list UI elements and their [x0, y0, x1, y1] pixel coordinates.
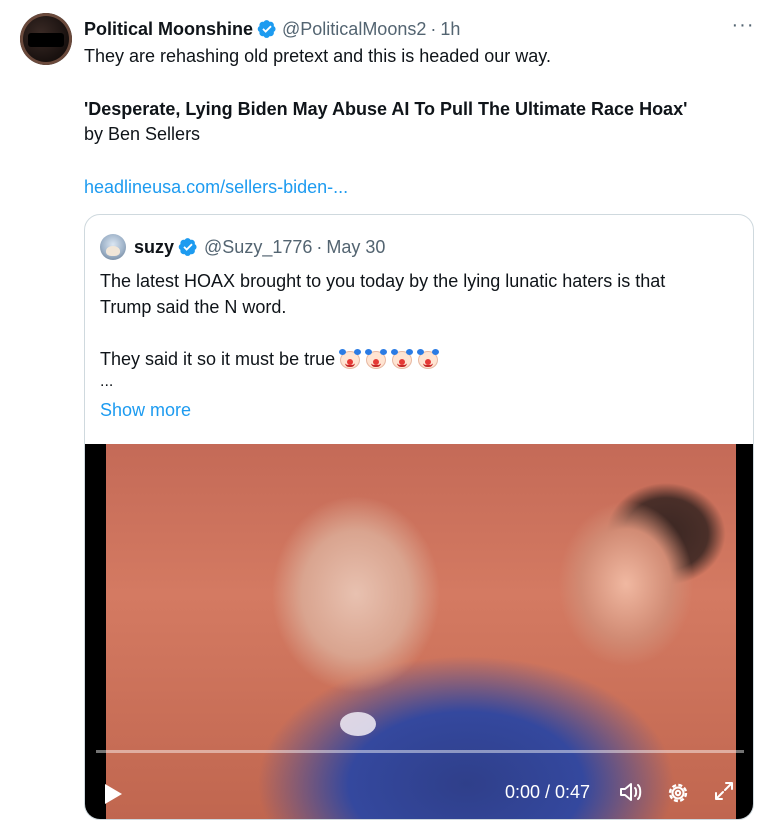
quoted-tweet-text: They said it so it must be true: [100, 349, 336, 369]
separator: ·: [316, 236, 323, 257]
article-link[interactable]: headlineusa.com/sellers-biden-...: [84, 175, 348, 199]
expand-icon[interactable]: [713, 780, 735, 802]
timestamp[interactable]: 1h: [440, 19, 460, 40]
show-more-link[interactable]: Show more: [100, 398, 191, 422]
quoted-author-avatar[interactable]: [100, 234, 126, 260]
separator: ·: [430, 18, 437, 39]
tweet-text: They are rehashing old pretext and this …: [84, 46, 551, 66]
quoted-tweet-text-line-2: Trump said the N word.: [100, 297, 287, 317]
clown-emoji-icon: [391, 348, 414, 370]
clown-emoji-icon: [365, 348, 388, 370]
quoted-author-name[interactable]: suzy: [134, 237, 174, 258]
quoted-tweet[interactable]: suzy @Suzy_1776 · May 30 The latest HOAX…: [84, 214, 754, 820]
verified-badge-icon: [178, 238, 197, 256]
more-icon[interactable]: ···: [731, 15, 755, 39]
truncation-ellipsis: ...: [100, 373, 114, 390]
video-frame: [106, 444, 736, 819]
author-avatar[interactable]: [20, 13, 72, 65]
author-name[interactable]: Political Moonshine: [84, 19, 253, 40]
quoted-tweet-text-line-1: The latest HOAX brought to you today by …: [100, 271, 666, 291]
quoted-tweet-header: suzy @Suzy_1776 · May 30: [100, 234, 385, 260]
verified-badge-icon: [257, 20, 276, 38]
video-player[interactable]: 0:00 / 0:47: [85, 444, 753, 819]
tweet-header: Political Moonshine @PoliticalMoons2 · 1…: [84, 17, 460, 41]
article-byline: by Ben Sellers: [84, 124, 201, 144]
quoted-timestamp[interactable]: May 30: [326, 237, 385, 258]
video-microphone: [340, 712, 376, 736]
author-handle[interactable]: @PoliticalMoons2: [282, 19, 426, 40]
video-progress-bar[interactable]: [96, 750, 744, 753]
video-time-display: 0:00 / 0:47: [505, 782, 591, 802]
quoted-author-handle[interactable]: @Suzy_1776: [204, 237, 312, 258]
tweet-card: Political Moonshine @PoliticalMoons2 · 1…: [0, 0, 781, 840]
article-headline: 'Desperate, Lying Biden May Abuse AI To …: [84, 99, 688, 119]
clown-emoji-icon: [339, 348, 362, 370]
clown-emoji-icon: [417, 348, 440, 370]
play-icon[interactable]: [105, 784, 122, 804]
quoted-tweet-text-line-3: They said it so it must be true: [100, 347, 440, 371]
gear-icon[interactable]: [665, 780, 691, 806]
volume-icon[interactable]: [618, 780, 646, 804]
